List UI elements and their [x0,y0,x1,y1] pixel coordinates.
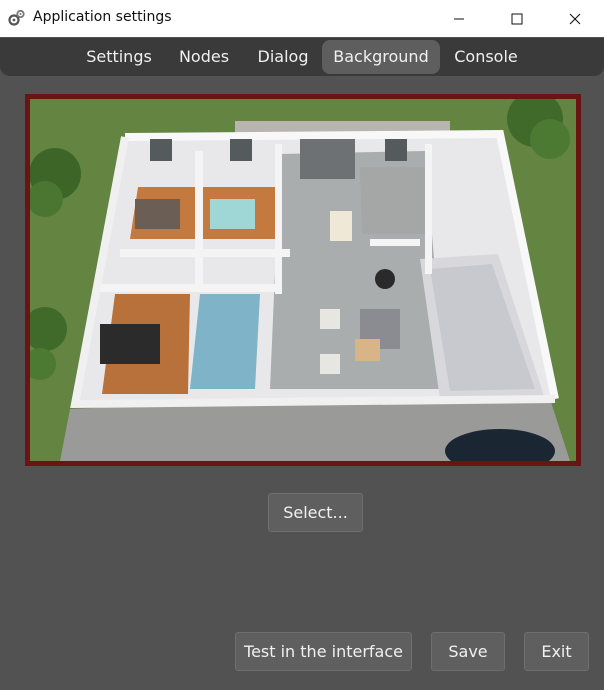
maximize-button[interactable] [488,0,546,37]
tab-nodes[interactable]: Nodes [170,40,238,74]
test-in-interface-button[interactable]: Test in the interface [235,632,412,671]
settings-window: Application settings Settings Nodes Dial… [0,0,604,690]
tab-console[interactable]: Console [446,40,526,74]
window-title: Application settings [33,9,172,25]
close-button[interactable] [546,0,604,37]
minimize-button[interactable] [430,0,488,37]
tab-dialog[interactable]: Dialog [250,40,316,74]
floorplan-image [30,99,576,461]
tab-settings[interactable]: Settings [80,40,158,74]
gears-icon [8,9,25,26]
tab-background[interactable]: Background [322,40,440,74]
minimize-icon [454,18,464,19]
maximize-icon [511,13,523,24]
title-bar: Application settings [0,0,604,37]
select-image-button[interactable]: Select... [268,493,363,532]
close-icon [569,13,581,24]
tab-bar: Settings Nodes Dialog Background Console [0,38,604,76]
background-preview-image [25,94,581,466]
save-button[interactable]: Save [431,632,505,671]
exit-button[interactable]: Exit [524,632,589,671]
